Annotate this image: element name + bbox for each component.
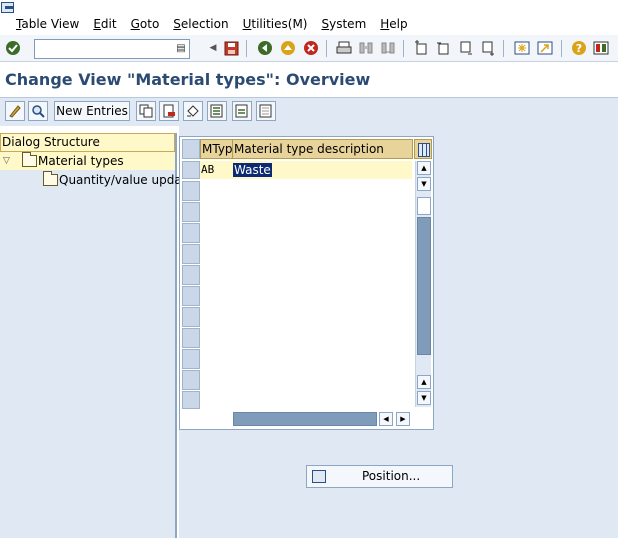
toolbar-separator — [246, 40, 247, 57]
row-selector[interactable] — [182, 391, 200, 409]
command-input[interactable] — [35, 40, 173, 58]
toolbar-separator — [503, 40, 504, 57]
folder-icon — [43, 171, 58, 186]
previous-page-icon[interactable] — [434, 39, 452, 57]
scroll-thumb-top[interactable] — [417, 197, 431, 215]
toolbar-separator — [561, 40, 562, 57]
select-all-icon[interactable] — [207, 101, 227, 121]
row-selector[interactable] — [182, 223, 200, 243]
cancel-icon[interactable] — [302, 39, 320, 57]
tree-item-material-types[interactable]: ▽ Material types — [0, 152, 175, 170]
scroll-track[interactable] — [417, 217, 431, 355]
svg-text:?: ? — [576, 42, 582, 55]
scroll-left-icon[interactable]: ◀ — [379, 412, 393, 426]
row-selector[interactable] — [182, 286, 200, 306]
create-session-icon[interactable] — [513, 39, 531, 57]
material-type-code-cell[interactable]: AB — [200, 161, 232, 179]
print-icon[interactable] — [335, 39, 353, 57]
page-title: Change View "Material types": Overview — [5, 70, 371, 89]
scroll-down-icon[interactable]: ▼ — [417, 177, 431, 191]
shortcut-icon[interactable] — [536, 39, 554, 57]
menu-bar: Table View Edit Goto Selection Utilities… — [0, 0, 618, 35]
tree-item-label: Material types — [38, 154, 124, 168]
menu-system[interactable]: System — [322, 16, 367, 34]
undo-change-icon[interactable] — [183, 101, 203, 121]
scroll-page-down-icon[interactable]: ▼ — [417, 391, 431, 405]
new-entries-button[interactable]: New Entries — [54, 101, 130, 121]
standard-toolbar: ▤ ◀ ? — [0, 35, 618, 62]
save-icon[interactable] — [222, 39, 240, 57]
row-selector[interactable] — [182, 202, 200, 222]
position-button[interactable]: Position... — [306, 465, 453, 488]
menu-utilities[interactable]: Utilities(M) — [243, 16, 308, 34]
column-header-mtyp[interactable]: MTyp — [200, 139, 233, 159]
position-icon — [312, 470, 326, 483]
table-settings-icon[interactable] — [414, 139, 432, 159]
scroll-page-up-icon[interactable]: ▲ — [417, 375, 431, 389]
row-selector[interactable] — [182, 370, 200, 390]
find-icon[interactable] — [357, 39, 375, 57]
row-selector[interactable] — [182, 328, 200, 348]
enter-icon[interactable] — [4, 39, 22, 57]
help-icon[interactable]: ? — [570, 39, 588, 57]
material-types-table: MTyp Material type description AB Waste … — [179, 136, 434, 430]
command-field[interactable]: ▤ — [34, 39, 190, 59]
description-value: Waste — [233, 163, 272, 177]
select-block-icon[interactable] — [232, 101, 252, 121]
command-history-icon[interactable]: ▤ — [174, 42, 188, 56]
title-bar: Change View "Material types": Overview — [0, 62, 618, 98]
deselect-all-icon[interactable] — [256, 101, 276, 121]
display-icon[interactable] — [28, 101, 48, 121]
row-selector[interactable] — [182, 161, 200, 179]
row-selector[interactable] — [182, 181, 200, 201]
row-selector[interactable] — [182, 307, 200, 327]
column-header-description[interactable]: Material type description — [232, 139, 413, 159]
toolbar-separator — [403, 40, 404, 57]
position-button-label: Position... — [362, 469, 421, 483]
row-selector-column — [182, 139, 200, 409]
dialog-structure-panel: Dialog Structure ▽ Material types Quanti… — [0, 133, 186, 538]
scroll-right-icon[interactable]: ▶ — [396, 412, 410, 426]
menu-items: Table View Edit Goto Selection Utilities… — [16, 16, 422, 34]
tree-item-label: Quantity/value updat — [59, 173, 187, 187]
next-page-icon[interactable] — [457, 39, 475, 57]
back-icon[interactable] — [256, 39, 274, 57]
horizontal-scrollbar[interactable]: ◀ ▶ — [233, 411, 413, 427]
toolbar-separator — [326, 40, 327, 57]
delete-icon[interactable] — [159, 101, 179, 121]
open-folder-icon — [22, 152, 37, 167]
first-page-icon[interactable] — [412, 39, 430, 57]
material-type-description-cell[interactable]: Waste — [233, 162, 272, 178]
menu-help[interactable]: Help — [380, 16, 407, 34]
collapse-node-icon[interactable]: ▽ — [3, 152, 10, 170]
horizontal-scroll-thumb[interactable] — [233, 412, 377, 426]
vertical-scrollbar[interactable]: ▲ ▼ ▲ ▼ — [415, 161, 431, 407]
collapse-icon[interactable]: ◀ — [204, 39, 222, 57]
menu-table-view[interactable]: Table View — [16, 16, 79, 34]
find-next-icon[interactable] — [379, 39, 397, 57]
menu-edit[interactable]: Edit — [93, 16, 116, 34]
system-menu-icon[interactable] — [1, 2, 14, 13]
customize-layout-icon[interactable] — [592, 39, 610, 57]
exit-icon[interactable] — [279, 39, 297, 57]
last-page-icon[interactable] — [479, 39, 497, 57]
application-toolbar: New Entries — [0, 98, 618, 126]
tree-item-quantity-value-update[interactable]: Quantity/value updat — [0, 171, 186, 189]
dialog-structure-header: Dialog Structure — [0, 133, 175, 152]
row-selector[interactable] — [182, 349, 200, 369]
scroll-up-icon[interactable]: ▲ — [417, 161, 431, 175]
row-selector[interactable] — [182, 244, 200, 264]
copy-as-icon[interactable] — [136, 101, 156, 121]
menu-goto[interactable]: Goto — [131, 16, 160, 34]
menu-selection[interactable]: Selection — [173, 16, 228, 34]
display-change-icon[interactable] — [5, 101, 25, 121]
select-all-cell[interactable] — [182, 139, 200, 159]
row-selector[interactable] — [182, 265, 200, 285]
